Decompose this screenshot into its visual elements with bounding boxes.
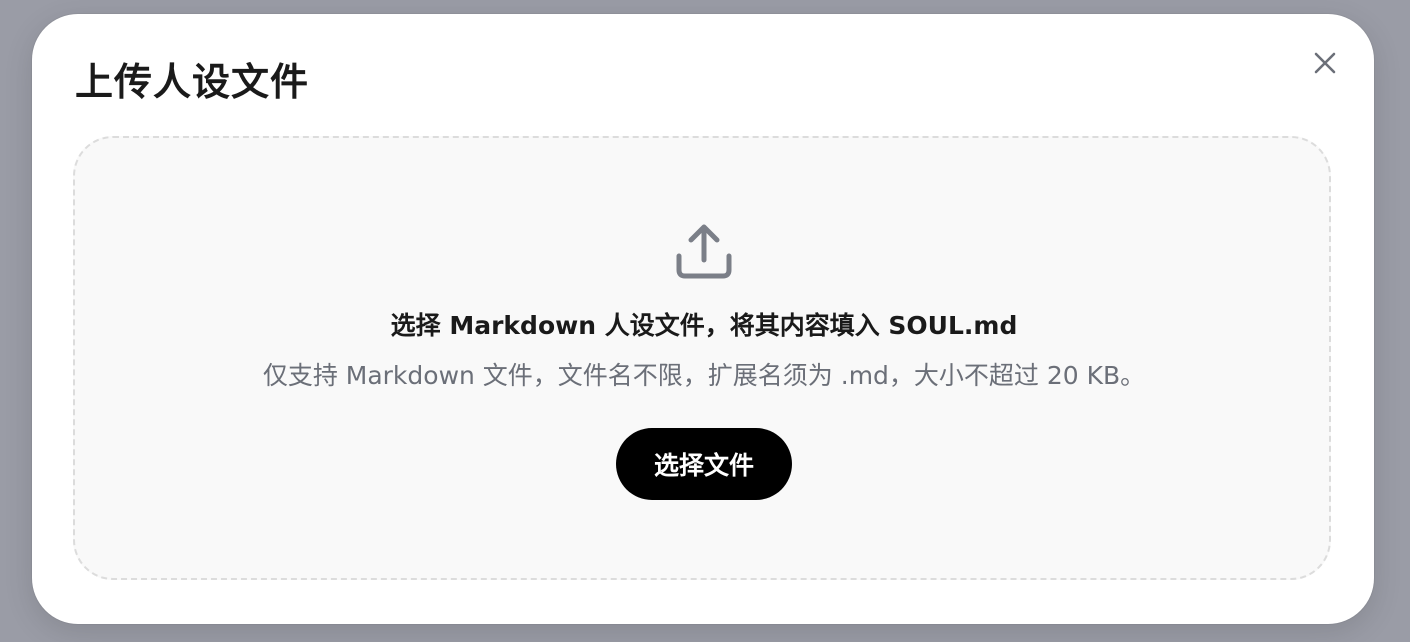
close-icon (1314, 52, 1336, 74)
file-dropzone[interactable]: 选择 Markdown 人设文件，将其内容填入 SOUL.md 仅支持 Mark… (73, 136, 1331, 580)
dialog-title: 上传人设文件 (75, 60, 310, 104)
dropzone-primary-text: 选择 Markdown 人设文件，将其内容填入 SOUL.md (390, 311, 1018, 340)
upload-persona-dialog: 上传人设文件 选择 Markdown 人设文件，将其内容填入 SOUL.md 仅… (32, 14, 1374, 624)
choose-file-button[interactable]: 选择文件 (616, 428, 792, 500)
close-button[interactable] (1312, 50, 1338, 76)
dropzone-hint-text: 仅支持 Markdown 文件，文件名不限，扩展名须为 .md，大小不超过 20… (262, 361, 1146, 390)
upload-icon (675, 222, 733, 282)
